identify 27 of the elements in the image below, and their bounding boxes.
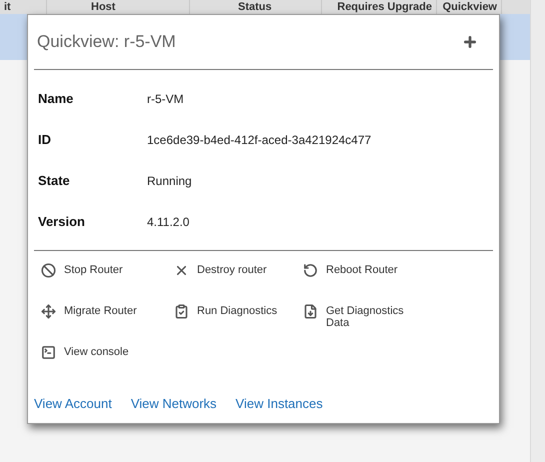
detail-value: r-5-VM	[147, 90, 184, 108]
plus-icon[interactable]	[462, 34, 478, 50]
view-link[interactable]: View Instances	[236, 394, 323, 414]
quickview-title: Quickview: r-5-VM	[37, 31, 176, 54]
detail-value: 4.11.2.0	[147, 214, 190, 230]
action-button[interactable]: Reboot Router	[303, 263, 443, 286]
detail-value: 1ce6de39-b4ed-412f-aced-3a421924c477	[147, 132, 372, 148]
view-link[interactable]: View Networks	[130, 394, 217, 414]
detail-label: State	[38, 172, 71, 190]
x-icon	[174, 263, 189, 278]
action-button[interactable]: Destroy router	[174, 263, 303, 286]
detail-value: Running	[147, 172, 192, 190]
detail-label: Version	[38, 212, 86, 231]
action-button[interactable]: Migrate Router	[41, 304, 174, 327]
rotate-icon	[303, 263, 318, 278]
download-icon	[303, 304, 318, 319]
prohibited-icon	[41, 263, 56, 278]
terminal-icon	[41, 345, 56, 360]
action-button[interactable]: Run Diagnostics	[174, 304, 303, 327]
detail-label: ID	[38, 130, 52, 149]
action-button[interactable]: View console	[41, 345, 174, 368]
action-button[interactable]: Get Diagnostics Data	[303, 304, 443, 327]
view-link[interactable]: View Account	[34, 394, 112, 414]
detail-label: Name	[38, 90, 74, 108]
action-button[interactable]: Stop Router	[41, 263, 174, 286]
clipboard-check-icon	[174, 304, 189, 319]
four-arrows-icon	[41, 304, 56, 319]
